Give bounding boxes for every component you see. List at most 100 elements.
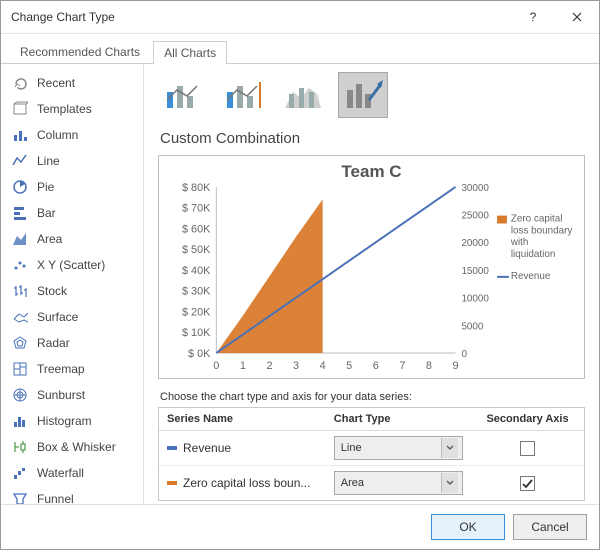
- sidebar-item-label: Bar: [37, 206, 56, 220]
- dialog-footer: OK Cancel: [1, 504, 599, 549]
- sidebar-item-stock[interactable]: Stock: [1, 278, 143, 304]
- sidebar-item-sunburst[interactable]: Sunburst: [1, 382, 143, 408]
- svg-text:$ 50K: $ 50K: [182, 244, 211, 256]
- sidebar-item-label: Sunburst: [37, 388, 85, 402]
- series-name-label: Revenue: [183, 441, 231, 455]
- sidebar-item-label: Pie: [37, 180, 54, 194]
- sidebar-item-treemap[interactable]: Treemap: [1, 356, 143, 382]
- chart-preview: Team C $ 0K$ 10K$ 20K$ 30K$ 40K$ 50K$ 60…: [158, 155, 585, 379]
- svg-text:5: 5: [346, 360, 352, 372]
- treemap-icon: [11, 361, 29, 377]
- sidebar-item-label: Histogram: [37, 414, 92, 428]
- sidebar-item-label: Treemap: [37, 362, 85, 376]
- svg-text:with: with: [510, 237, 529, 248]
- sidebar-item-surface[interactable]: Surface: [1, 304, 143, 330]
- xy-icon: [11, 257, 29, 273]
- svg-text:loss boundary: loss boundary: [511, 225, 573, 236]
- subtype-stacked-area-column[interactable]: [278, 72, 328, 118]
- svg-text:$ 30K: $ 30K: [182, 286, 211, 298]
- svg-text:Revenue: Revenue: [511, 271, 551, 282]
- svg-text:Zero capital: Zero capital: [511, 214, 563, 225]
- select-value: Area: [341, 477, 364, 489]
- column-icon: [11, 127, 29, 143]
- svg-text:9: 9: [452, 360, 458, 372]
- sidebar-item-recent[interactable]: Recent: [1, 70, 143, 96]
- sidebar-item-label: Box & Whisker: [37, 440, 116, 454]
- sidebar-item-label: Waterfall: [37, 466, 84, 480]
- sidebar-item-radar[interactable]: Radar: [1, 330, 143, 356]
- svg-text:$ 40K: $ 40K: [182, 265, 211, 277]
- subtype-clustered-column-line[interactable]: [158, 72, 208, 118]
- sidebar-item-bar[interactable]: Bar: [1, 200, 143, 226]
- subtype-clustered-column-line-secondary[interactable]: [218, 72, 268, 118]
- tab-recommended[interactable]: Recommended Charts: [9, 40, 151, 63]
- secondary-axis-checkbox[interactable]: [520, 476, 535, 491]
- svg-text:$ 20K: $ 20K: [182, 306, 211, 318]
- svg-text:0: 0: [213, 360, 219, 372]
- svg-text:20000: 20000: [461, 238, 489, 249]
- sidebar-item-templates[interactable]: Templates: [1, 96, 143, 122]
- series-swatch: [167, 446, 177, 450]
- sidebar-item-label: Line: [37, 154, 60, 168]
- series-chart-type-select[interactable]: Line: [334, 436, 463, 460]
- sidebar-item-area[interactable]: Area: [1, 226, 143, 252]
- svg-text:$ 60K: $ 60K: [182, 223, 211, 235]
- svg-text:5000: 5000: [461, 321, 483, 332]
- svg-text:3: 3: [293, 360, 299, 372]
- titlebar: Change Chart Type ?: [1, 1, 599, 34]
- chevron-down-icon: [441, 438, 458, 458]
- svg-text:15000: 15000: [461, 266, 489, 277]
- surface-icon: [11, 309, 29, 325]
- svg-text:$ 10K: $ 10K: [182, 327, 211, 339]
- dialog-title: Change Chart Type: [11, 10, 511, 24]
- series-swatch: [167, 481, 177, 485]
- subtype-custom-combination[interactable]: [338, 72, 388, 118]
- line-icon: [11, 153, 29, 169]
- sidebar-item-boxwhisker[interactable]: Box & Whisker: [1, 434, 143, 460]
- svg-text:8: 8: [426, 360, 432, 372]
- sidebar-item-label: Funnel: [37, 492, 74, 504]
- sidebar-item-line[interactable]: Line: [1, 148, 143, 174]
- select-value: Line: [341, 442, 362, 454]
- ok-button[interactable]: OK: [431, 514, 505, 540]
- series-grid: Series Name Chart Type Secondary Axis Re…: [158, 407, 585, 501]
- tab-all-charts[interactable]: All Charts: [153, 41, 227, 64]
- sidebar-item-label: Templates: [37, 102, 92, 116]
- templates-icon: [11, 101, 29, 117]
- cancel-button[interactable]: Cancel: [513, 514, 587, 540]
- sidebar-item-column[interactable]: Column: [1, 122, 143, 148]
- svg-text:4: 4: [320, 360, 326, 372]
- sidebar-item-funnel[interactable]: Funnel: [1, 486, 143, 504]
- sidebar-item-xy[interactable]: X Y (Scatter): [1, 252, 143, 278]
- help-button[interactable]: ?: [511, 1, 555, 33]
- chart-preview-canvas: $ 0K$ 10K$ 20K$ 30K$ 40K$ 50K$ 60K$ 70K$…: [159, 156, 584, 378]
- waterfall-icon: [11, 465, 29, 481]
- sidebar-item-label: Radar: [37, 336, 70, 350]
- chart-category-sidebar: Recent Templates Column Line Pie Bar AreaX Y (…: [1, 64, 144, 504]
- tab-strip: Recommended Charts All Charts: [1, 34, 599, 64]
- chevron-down-icon: [441, 473, 458, 493]
- bar-icon: [11, 205, 29, 221]
- svg-text:$ 70K: $ 70K: [182, 203, 211, 215]
- svg-text:$ 0K: $ 0K: [188, 348, 211, 360]
- series-row: Zero capital loss boun...Area: [159, 466, 584, 500]
- svg-text:10000: 10000: [461, 294, 489, 305]
- close-button[interactable]: [555, 1, 599, 33]
- svg-text:2: 2: [266, 360, 272, 372]
- sunburst-icon: [11, 387, 29, 403]
- svg-text:7: 7: [399, 360, 405, 372]
- sidebar-item-waterfall[interactable]: Waterfall: [1, 460, 143, 486]
- series-col-type: Chart Type: [326, 408, 471, 430]
- radar-icon: [11, 335, 29, 351]
- sidebar-item-pie[interactable]: Pie: [1, 174, 143, 200]
- pie-icon: [11, 179, 29, 195]
- close-icon: [572, 12, 582, 22]
- series-row: Revenue Line: [159, 431, 584, 466]
- subtype-title: Custom Combination: [160, 130, 585, 147]
- secondary-axis-checkbox[interactable]: [520, 441, 535, 456]
- area-icon: [11, 231, 29, 247]
- series-col-name: Series Name: [159, 408, 326, 430]
- sidebar-item-label: Recent: [37, 76, 75, 90]
- sidebar-item-histogram[interactable]: Histogram: [1, 408, 143, 434]
- series-chart-type-select[interactable]: Area: [334, 471, 463, 495]
